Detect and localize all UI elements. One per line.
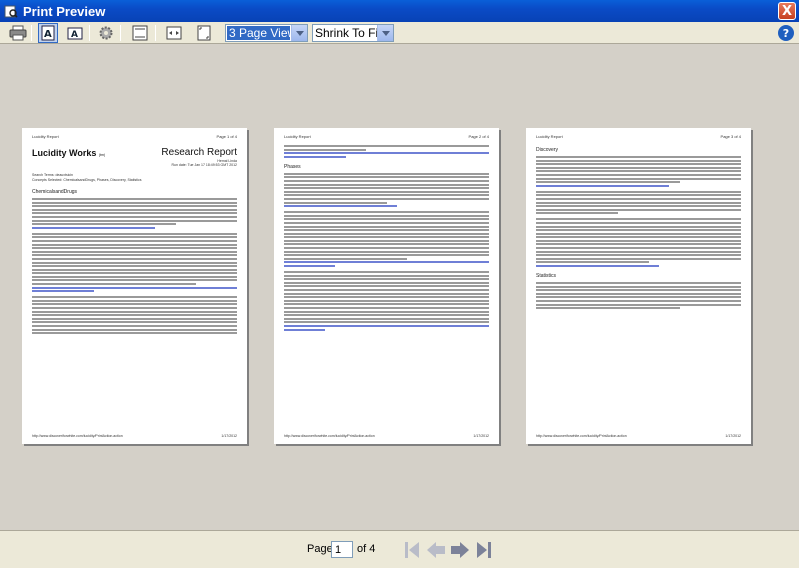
toolbar-separator <box>31 25 32 41</box>
header-footer-icon <box>132 25 148 41</box>
chevron-down-icon <box>291 25 307 41</box>
last-page-icon <box>477 542 491 558</box>
paragraph <box>284 211 489 268</box>
page-header: Lucidity Report Page 3 of 4 <box>536 134 741 139</box>
zoom-value: Shrink To Fit <box>315 26 377 40</box>
title-bar: Print Preview X <box>0 0 799 22</box>
paragraph <box>284 172 489 208</box>
page-header-left: Lucidity Report <box>284 134 311 139</box>
last-page-button[interactable] <box>473 539 495 561</box>
view-mode-value: 3 Page View <box>227 26 290 40</box>
section-heading: Phases <box>284 163 301 170</box>
page-header: Lucidity Report Page 1 of 4 <box>32 134 237 139</box>
toolbar-separator <box>120 25 121 41</box>
page-navigation-bar: Page of 4 <box>0 530 799 568</box>
paragraph <box>284 271 489 331</box>
one-page-button[interactable] <box>194 23 214 43</box>
report-meta: Hemal Linda Run date: Tue Jan 17 18:49:5… <box>171 159 237 167</box>
paragraph <box>536 190 741 215</box>
current-page-input[interactable] <box>331 541 353 558</box>
landscape-button[interactable]: A <box>65 23 85 43</box>
search-meta: Search Terms: deauxtsicin Concepts Selec… <box>32 173 142 182</box>
paragraph <box>284 145 489 158</box>
page-footer: http://www.discoveriforwhite.com/lucidit… <box>32 434 237 438</box>
section-heading: Statistics <box>536 273 557 280</box>
first-page-icon <box>405 542 419 558</box>
page-header-left: Lucidity Report <box>536 134 563 139</box>
page-body: Phases <box>284 145 489 430</box>
page-footer: http://www.discoveriforwhite.com/lucidit… <box>284 434 489 438</box>
chevron-down-icon <box>377 25 393 41</box>
arrow-right-icon <box>451 542 469 558</box>
portrait-button[interactable]: A <box>38 23 58 43</box>
portrait-page-icon: A <box>41 25 55 41</box>
page-header-right: Page 2 of 4 <box>468 134 489 139</box>
page-setup-button[interactable] <box>96 23 116 43</box>
toolbar-separator <box>155 25 156 41</box>
section-heading: ChemicalsandDrugs <box>32 189 78 195</box>
section-heading: Discovery <box>536 147 558 153</box>
page-footer-date: 1/17/2012 <box>725 434 741 438</box>
svg-text:A: A <box>71 30 78 40</box>
paragraph <box>32 232 237 293</box>
print-button[interactable] <box>8 23 28 43</box>
page-footer: http://www.discoveriforwhite.com/lucidit… <box>536 434 741 438</box>
page-header-right: Page 1 of 4 <box>216 134 237 139</box>
brand-logo: Lucidity Works (tm) <box>32 148 106 158</box>
landscape-page-icon: A <box>67 27 83 40</box>
page-footer-url: http://www.discoveriforwhite.com/lucidit… <box>32 434 123 438</box>
toolbar-separator <box>89 25 90 41</box>
full-width-icon <box>166 26 182 40</box>
header-footer-button[interactable] <box>130 23 150 43</box>
preview-page-2: Lucidity Report Page 2 of 4 Phases http:… <box>274 128 499 444</box>
preview-area[interactable]: Lucidity Report Page 1 of 4 Lucidity Wor… <box>0 45 799 530</box>
page-body: Discovery Statistics <box>536 145 741 430</box>
help-icon: ? <box>782 26 790 40</box>
page-body: Lucidity Works (tm) Research Report Hema… <box>32 145 237 430</box>
gear-icon <box>99 26 113 40</box>
page-header-right: Page 3 of 4 <box>720 134 741 139</box>
paragraph <box>32 296 237 335</box>
paragraph <box>32 198 237 229</box>
arrow-left-icon <box>427 542 445 558</box>
one-page-icon <box>197 25 211 41</box>
page-footer-date: 1/17/2012 <box>473 434 489 438</box>
full-width-button[interactable] <box>164 23 184 43</box>
first-page-button[interactable] <box>401 539 423 561</box>
report-title: Research Report <box>161 147 237 158</box>
close-icon: X <box>781 3 793 19</box>
page-header-left: Lucidity Report <box>32 134 59 139</box>
page-footer-url: http://www.discoveriforwhite.com/lucidit… <box>284 434 375 438</box>
page-count-label: of 4 <box>357 543 376 555</box>
previous-page-button[interactable] <box>425 539 447 561</box>
zoom-select[interactable]: Shrink To Fit <box>312 24 394 42</box>
page-footer-url: http://www.discoveriforwhite.com/lucidit… <box>536 434 627 438</box>
svg-text:A: A <box>44 29 52 40</box>
close-button[interactable]: X <box>778 2 796 20</box>
preview-page-1: Lucidity Report Page 1 of 4 Lucidity Wor… <box>22 128 247 444</box>
page-header: Lucidity Report Page 2 of 4 <box>284 134 489 139</box>
view-mode-select[interactable]: 3 Page View <box>225 24 308 42</box>
page-footer-date: 1/17/2012 <box>221 434 237 438</box>
paragraph <box>536 218 741 268</box>
printer-icon <box>9 25 27 41</box>
page-label: Page <box>307 543 333 555</box>
print-preview-app-icon <box>4 5 18 18</box>
help-button[interactable]: ? <box>778 25 794 41</box>
toolbar: A A 3 Page View Shrink To Fit ? <box>0 22 799 44</box>
next-page-button[interactable] <box>449 539 471 561</box>
paragraph <box>536 282 741 310</box>
preview-page-3: Lucidity Report Page 3 of 4 Discovery St <box>526 128 751 444</box>
window-title: Print Preview <box>23 3 106 19</box>
paragraph <box>536 156 741 187</box>
